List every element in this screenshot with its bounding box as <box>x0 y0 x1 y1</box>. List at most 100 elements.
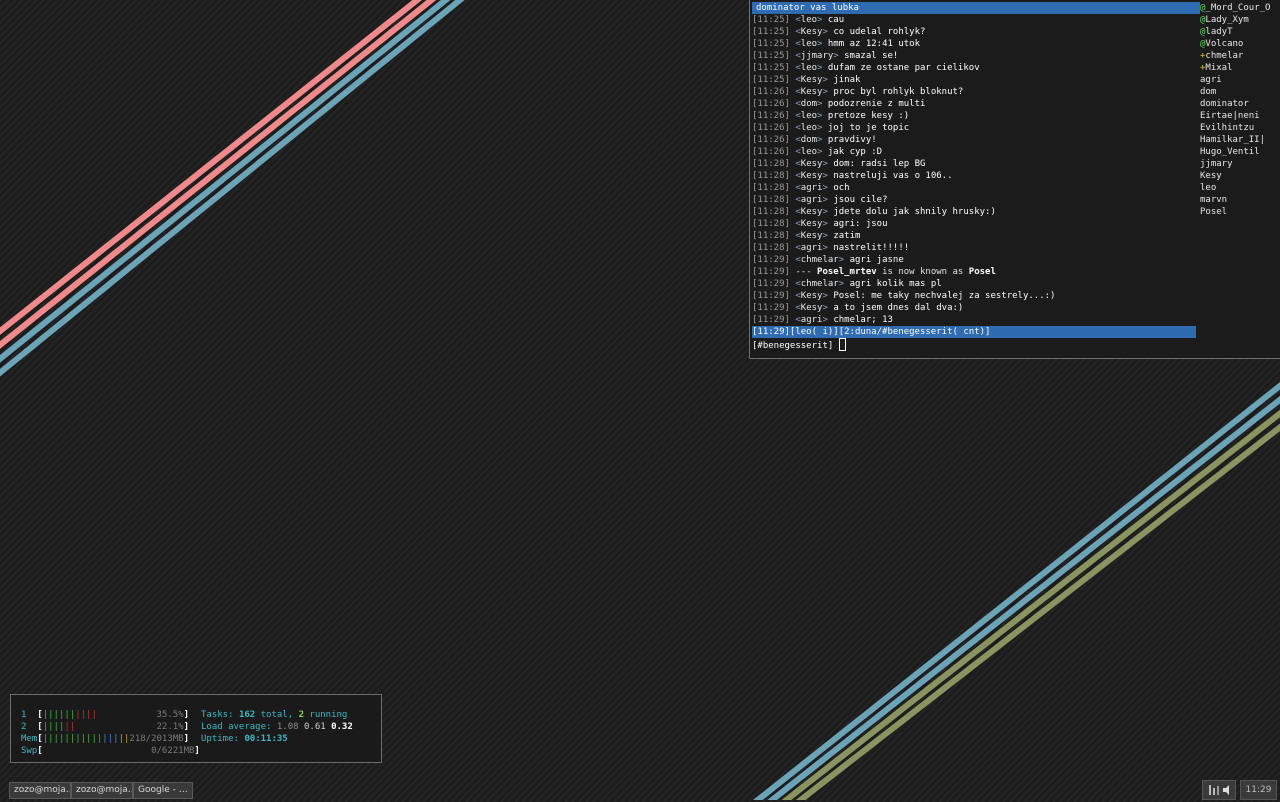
timestamp: [11:28] <box>752 231 790 241</box>
chat-line: [11:28] <Kesy> dom: radsi lep BG <box>752 158 1198 170</box>
nick-list-item[interactable]: @Volcano <box>1200 38 1280 50</box>
taskbar-clock[interactable]: 11:29 <box>1240 780 1277 800</box>
message-text: joj to je topic <box>827 123 910 133</box>
stripe-line <box>0 0 451 363</box>
nick[interactable]: <leo> <box>795 15 822 25</box>
user-name: Mixal <box>1205 63 1233 73</box>
irc-terminal-window[interactable]: dominator vas lubka [11:25] <leo> cau [11… <box>749 0 1280 359</box>
nick[interactable]: <Kesy> <box>795 171 828 181</box>
chat-line: [11:25] <Kesy> jinak <box>752 74 1198 86</box>
nick[interactable]: <dom> <box>795 99 822 109</box>
nick[interactable]: <agri> <box>795 315 828 325</box>
user-name: _Mord_Cour_O <box>1205 3 1271 13</box>
user-name: Evilhintzu <box>1200 123 1255 133</box>
timestamp: [11:29] <box>752 255 790 265</box>
message-text: pretoze kesy :) <box>827 111 910 121</box>
nick[interactable]: <leo> <box>795 39 822 49</box>
message-text: co udelal rohlyk? <box>833 27 926 37</box>
network-icon[interactable] <box>1203 781 1235 799</box>
nick[interactable]: <Kesy> <box>795 231 828 241</box>
nick-list-item[interactable]: Eirtae|neni <box>1200 110 1280 122</box>
chat-line: [11:26] <leo> pretoze kesy :) <box>752 110 1198 122</box>
nick-list-item[interactable]: @ladyT <box>1200 26 1280 38</box>
chat-log[interactable]: [11:25] <leo> cau [11:25] <Kesy> co udela… <box>752 14 1198 326</box>
taskbar-item-terminal-1[interactable]: zozo@moja… <box>9 782 71 799</box>
nick-list-item[interactable]: +Mixal <box>1200 62 1280 74</box>
nick-list-item[interactable]: agri <box>1200 74 1280 86</box>
chat-line: [11:25] <leo> dufam ze ostane par cielik… <box>752 62 1198 74</box>
nick-list-item[interactable]: Kesy <box>1200 170 1280 182</box>
user-name: dom <box>1200 87 1217 97</box>
channel-topic-bar: dominator vas lubka <box>752 2 1200 14</box>
timestamp: [11:25] <box>752 39 790 49</box>
message-text: dufam ze ostane par cielikov <box>827 63 980 73</box>
system-notice: --- Posel_mrtev is now known as Posel <box>795 267 996 277</box>
nick-list-item[interactable]: dominator <box>1200 98 1280 110</box>
load-average: Load average: 1.08 0.61 0.32 <box>201 722 353 732</box>
chat-line: [11:26] <dom> podozrenie z multi <box>752 98 1198 110</box>
nick-list-item[interactable]: Hugo_Ventil <box>1200 146 1280 158</box>
irc-input-line[interactable]: [#benegesserit] <box>752 338 846 351</box>
nick[interactable]: <leo> <box>795 123 822 133</box>
nick-list[interactable]: @_Mord_Cour_O @Lady_Xym @ladyT @Volcano +chm… <box>1200 2 1280 218</box>
nick[interactable]: <agri> <box>795 243 828 253</box>
nick[interactable]: <Kesy> <box>795 159 828 169</box>
timestamp: [11:29] <box>752 279 790 289</box>
nick[interactable]: <Kesy> <box>795 207 828 217</box>
user-name: Posel <box>1200 207 1228 217</box>
nick[interactable]: <Kesy> <box>795 87 828 97</box>
message-text: chmelar; 13 <box>833 315 893 325</box>
nick-list-item[interactable]: @Lady_Xym <box>1200 14 1280 26</box>
stripes-top-left <box>0 0 465 377</box>
chat-line: [11:29] <agri> chmelar; 13 <box>752 314 1198 326</box>
stripe-line <box>767 395 1280 800</box>
nick-list-item[interactable]: Hamilkar_II| <box>1200 134 1280 146</box>
nick-list-item[interactable]: Posel <box>1200 206 1280 218</box>
system-tray[interactable] <box>1202 780 1236 800</box>
chat-line: [11:25] <leo> cau <box>752 14 1198 26</box>
nick[interactable]: <chmelar> <box>795 279 844 289</box>
message-text: proc byl rohlyk bloknut? <box>833 87 964 97</box>
nick[interactable]: <agri> <box>795 183 828 193</box>
chat-line: [11:26] <dom> pravdivy! <box>752 134 1198 146</box>
user-name: ladyT <box>1205 27 1233 37</box>
nick[interactable]: <Kesy> <box>795 303 828 313</box>
taskbar-item-browser[interactable]: Google - … <box>133 782 193 799</box>
chat-line: [11:28] <Kesy> agri: jsou <box>752 218 1198 230</box>
nick-list-item[interactable]: +chmelar <box>1200 50 1280 62</box>
user-name: agri <box>1200 75 1222 85</box>
nick-list-item[interactable]: @_Mord_Cour_O <box>1200 2 1280 14</box>
nick-list-item[interactable]: leo <box>1200 182 1280 194</box>
nick-list-item[interactable]: dom <box>1200 86 1280 98</box>
timestamp: [11:28] <box>752 243 790 253</box>
nick[interactable]: <chmelar> <box>795 255 844 265</box>
nick[interactable]: <leo> <box>795 111 822 121</box>
stripe-line <box>752 381 1280 800</box>
nick[interactable]: <leo> <box>795 147 822 157</box>
timestamp: [11:29] <box>752 303 790 313</box>
message-text: smazal se! <box>844 51 899 61</box>
timestamp: [11:25] <box>752 75 790 85</box>
timestamp: [11:28] <box>752 171 790 181</box>
nick[interactable]: <Kesy> <box>795 27 828 37</box>
taskbar-item-terminal-2[interactable]: zozo@moja… <box>71 782 133 799</box>
nick[interactable]: <Kesy> <box>795 291 828 301</box>
nick[interactable]: <Kesy> <box>795 219 828 229</box>
message-text: jinak <box>833 75 861 85</box>
nick-list-item[interactable]: jjmary <box>1200 158 1280 170</box>
nick-list-item[interactable]: marvn <box>1200 194 1280 206</box>
nick[interactable]: <jjmary> <box>795 51 838 61</box>
nick[interactable]: <agri> <box>795 195 828 205</box>
timestamp: [11:29] <box>752 267 790 277</box>
chat-line: [11:26] <leo> joj to je topic <box>752 122 1198 134</box>
nick[interactable]: <Kesy> <box>795 75 828 85</box>
nick-list-item[interactable]: Evilhintzu <box>1200 122 1280 134</box>
nick[interactable]: <dom> <box>795 135 822 145</box>
nick[interactable]: <leo> <box>795 63 822 73</box>
timestamp: [11:26] <box>752 147 790 157</box>
timestamp: [11:25] <box>752 51 790 61</box>
volume-icon[interactable] <box>1223 785 1229 795</box>
text-cursor <box>838 338 846 351</box>
timestamp: [11:28] <box>752 207 790 217</box>
message-text: pravdivy! <box>827 135 877 145</box>
